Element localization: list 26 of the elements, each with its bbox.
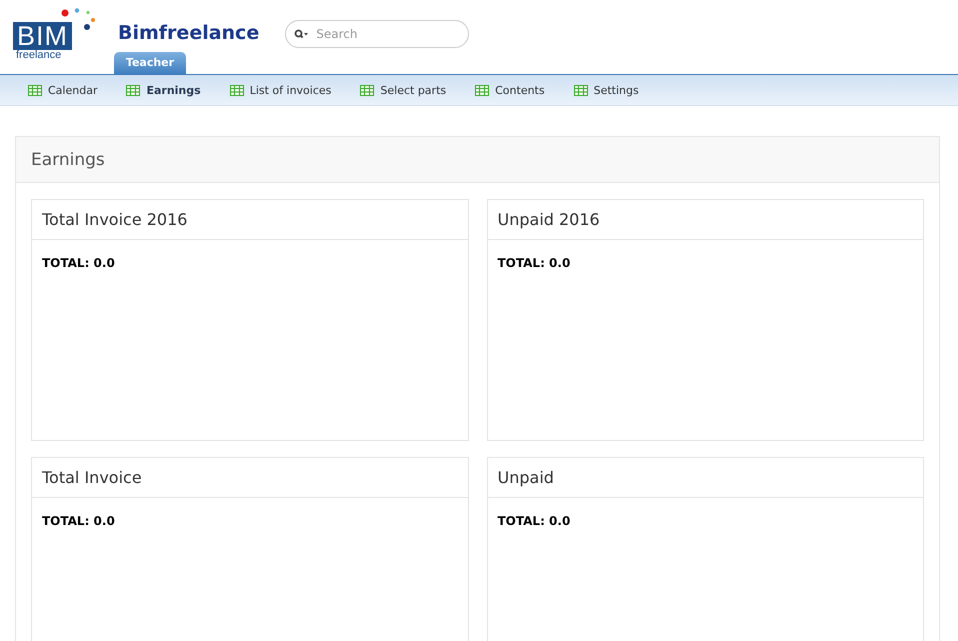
logo-mark: BIM <box>13 22 72 50</box>
grid-icon <box>126 84 140 96</box>
grid-icon <box>360 84 374 96</box>
search-field[interactable]: Search <box>285 20 470 48</box>
total-text: TOTAL: 0.0 <box>42 514 115 528</box>
card-title: Total Invoice 2016 <box>42 210 188 229</box>
card-title: Unpaid <box>498 468 554 487</box>
card-title: Unpaid 2016 <box>498 210 600 229</box>
nav-item[interactable]: Settings <box>574 84 639 96</box>
total-text: TOTAL: 0.0 <box>498 256 570 270</box>
nav-item[interactable]: Select parts <box>360 84 446 96</box>
app-title: Bimfreelance <box>118 22 260 46</box>
search-icon <box>294 29 308 39</box>
nav-item[interactable]: Earnings <box>126 84 201 96</box>
panel-title: Earnings <box>31 150 105 170</box>
total-text: TOTAL: 0.0 <box>498 514 570 528</box>
grid-icon <box>230 84 244 96</box>
total-text: TOTAL: 0.0 <box>42 256 115 270</box>
card-title: Total Invoice <box>42 468 142 487</box>
grid-icon <box>475 84 490 96</box>
nav-item[interactable]: Calendar <box>28 84 98 96</box>
nav-item[interactable]: Contents <box>475 84 545 96</box>
grid-icon <box>28 84 42 96</box>
logo-subtitle: freelance <box>16 50 62 61</box>
grid-icon <box>574 84 588 96</box>
nav-item[interactable]: List of invoices <box>230 84 332 96</box>
